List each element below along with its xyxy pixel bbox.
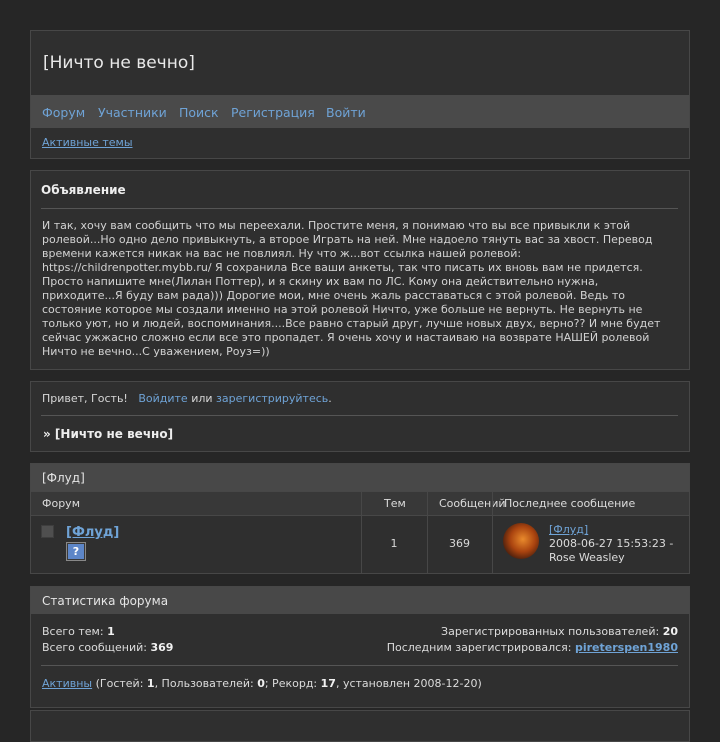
col-posts: Сообщений <box>439 497 506 510</box>
total-posts: Всего сообщений: 369 <box>42 641 174 654</box>
active-users-link[interactable]: Активны <box>42 677 92 690</box>
divider <box>41 415 678 416</box>
greeting: Привет, Гость! <box>42 392 128 405</box>
or-text: или <box>191 392 213 405</box>
last-post-link[interactable]: [Флуд] <box>549 523 588 536</box>
last-registered: Последним зарегистрировался: pireterspen… <box>386 641 678 654</box>
last-registered-link[interactable]: pireterspen1980 <box>575 641 678 654</box>
topics-count: 1 <box>390 537 398 550</box>
last-post-date: 2008-06-27 15:53:23 - <box>549 537 674 550</box>
login-link[interactable]: Войдите <box>138 392 187 405</box>
last-post: [Флуд] 2008-06-27 15:53:23 - Rose Weasle… <box>549 523 673 565</box>
question-icon: ? <box>66 542 86 561</box>
registered-users: Зарегистрированных пользователей: 20 <box>441 625 678 638</box>
category-header: [Флуд] <box>31 464 689 491</box>
announcement-heading: Объявление <box>41 183 126 197</box>
online-stats: Активны (Гостей: 1, Пользователей: 0; Ре… <box>42 677 482 690</box>
forum-statistics: Статистика форума Всего тем: 1 Всего соо… <box>30 586 690 708</box>
forum-link[interactable]: [Флуд] <box>66 525 119 540</box>
col-last-post: Последнее сообщение <box>504 497 636 510</box>
table-header: Форум Тем Сообщений Последнее сообщение <box>31 491 689 516</box>
nav-register[interactable]: Регистрация <box>231 105 315 120</box>
announcement-text: И так, хочу вам сообщить что мы переехал… <box>42 219 661 358</box>
total-topics: Всего тем: 1 <box>42 625 115 638</box>
nav-forum[interactable]: Форум <box>42 105 85 120</box>
col-topics: Тем <box>384 497 406 510</box>
nav-members[interactable]: Участники <box>98 105 167 120</box>
welcome-line: Привет, Гость! Войдите или зарегистрируй… <box>42 392 332 405</box>
last-post-author: Rose Weasley <box>549 551 625 564</box>
main-nav: Форум Участники Поиск Регистрация Войти <box>31 95 689 128</box>
divider <box>41 208 678 209</box>
welcome-box: Привет, Гость! Войдите или зарегистрируй… <box>30 381 690 452</box>
nav-search[interactable]: Поиск <box>179 105 219 120</box>
next-section <box>30 710 690 742</box>
nav-login[interactable]: Войти <box>326 105 366 120</box>
period: . <box>328 392 332 405</box>
forum-category: [Флуд] Форум Тем Сообщений Последнее соо… <box>30 463 690 574</box>
table-row: [Флуд] ? 1 369 [Флуд] 2008-06-27 15:53:2… <box>31 515 689 573</box>
site-header: [Ничто не вечно] Форум Участники Поиск Р… <box>30 30 690 159</box>
category-title: [Флуд] <box>42 471 85 485</box>
stats-title: Статистика форума <box>42 594 169 608</box>
announcement: Объявление И так, хочу вам сообщить что … <box>30 170 690 370</box>
register-link[interactable]: зарегистрируйтесь <box>216 392 328 405</box>
divider <box>41 665 678 666</box>
active-topics-link[interactable]: Активные темы <box>42 136 133 149</box>
breadcrumb[interactable]: » [Ничто не вечно] <box>43 427 173 441</box>
posts-count: 369 <box>449 537 470 550</box>
user-avatar[interactable] <box>503 523 539 559</box>
stats-header: Статистика форума <box>31 587 689 614</box>
site-title: [Ничто не вечно] <box>43 53 195 73</box>
col-forum: Форум <box>42 497 80 510</box>
